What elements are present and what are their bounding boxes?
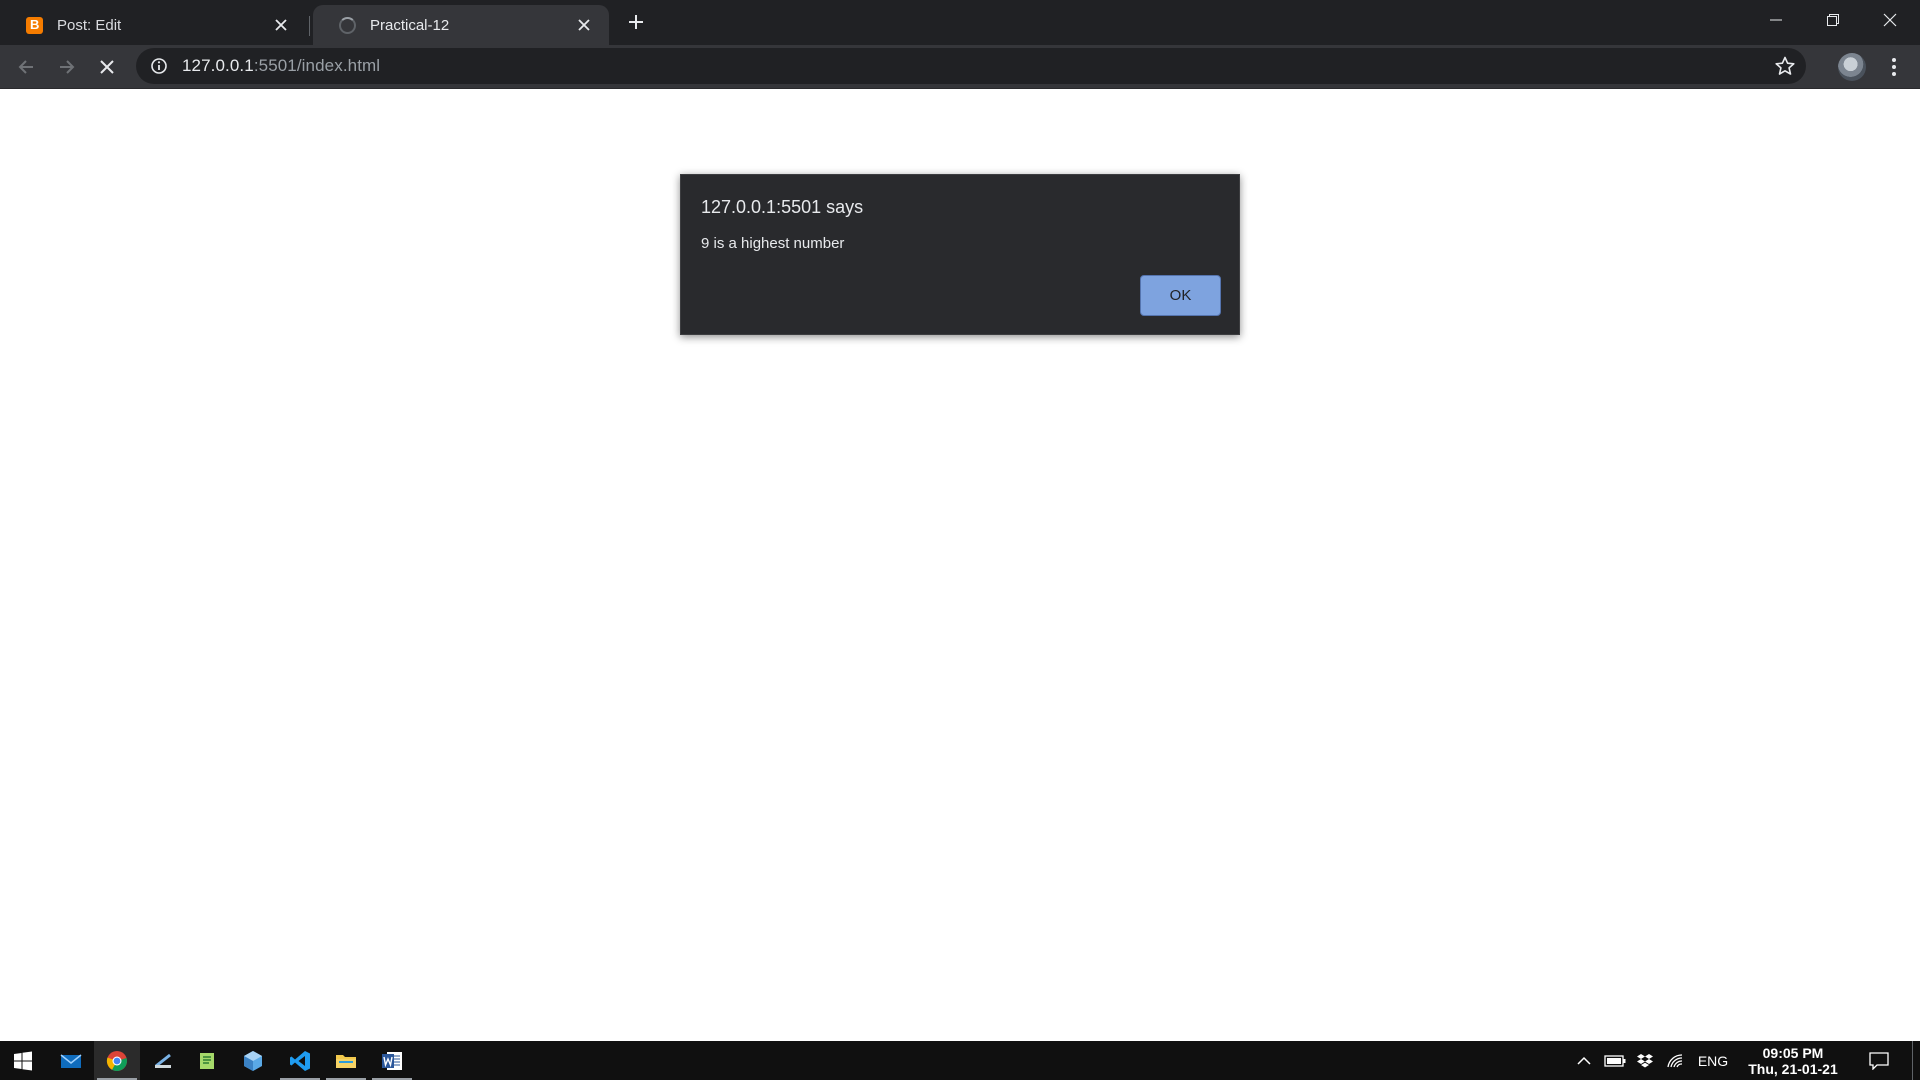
notepad-icon — [200, 1052, 214, 1069]
tab-strip: Post: Edit Practical-12 — [0, 0, 1920, 45]
notification-icon — [1869, 1051, 1889, 1070]
profile-avatar[interactable] — [1838, 53, 1866, 81]
taskbar-mail[interactable] — [48, 1041, 94, 1080]
taskbar-word[interactable] — [369, 1041, 415, 1080]
cmd-icon — [155, 1053, 171, 1068]
file-explorer-icon — [336, 1054, 356, 1068]
stop-loading-button[interactable] — [91, 51, 123, 83]
tab-title: Practical-12 — [370, 16, 450, 34]
dropbox-tray-button[interactable] — [1632, 1041, 1658, 1080]
vscode-icon — [290, 1050, 310, 1071]
dropbox-icon — [1637, 1053, 1653, 1067]
address-bar[interactable]: 127.0.0.1:5501/index.html — [136, 48, 1806, 84]
taskbar-vscode[interactable] — [277, 1041, 323, 1080]
close-icon — [1883, 13, 1897, 27]
show-desktop-button[interactable] — [1912, 1041, 1920, 1080]
url-text: 127.0.0.1:5501/index.html — [182, 56, 380, 76]
browser-toolbar: 127.0.0.1:5501/index.html — [0, 45, 1920, 89]
back-button[interactable] — [10, 51, 42, 83]
mail-icon — [60, 1053, 82, 1068]
close-window-button[interactable] — [1862, 0, 1918, 40]
alert-message: 9 is a highest number — [701, 235, 845, 252]
chevron-up-icon — [1577, 1056, 1591, 1065]
close-icon — [100, 60, 114, 74]
info-icon[interactable] — [150, 57, 168, 75]
start-button[interactable] — [0, 1041, 46, 1080]
show-hidden-icons-button[interactable] — [1572, 1041, 1596, 1080]
clock-time: 09:05 PM — [1762, 1045, 1824, 1061]
arrow-right-icon — [60, 60, 75, 74]
windows-start-icon — [14, 1051, 32, 1070]
3d-viewer-icon — [244, 1050, 262, 1071]
loading-icon — [339, 16, 356, 34]
taskbar-3d-viewer[interactable] — [230, 1041, 276, 1080]
page-content: 127.0.0.1:5501 says 9 is a highest numbe… — [0, 89, 1920, 1041]
browser-menu-button[interactable] — [1880, 51, 1908, 83]
menu-dot — [1892, 58, 1896, 62]
taskbar-chrome[interactable] — [94, 1041, 140, 1080]
minimize-icon — [1770, 19, 1782, 21]
taskbar: ENG 09:05 PM Thu, 21-01-21 — [0, 1041, 1920, 1080]
tab-practical-12[interactable]: Practical-12 — [313, 5, 609, 45]
alert-dialog: 127.0.0.1:5501 says 9 is a highest numbe… — [680, 174, 1240, 335]
word-icon — [382, 1051, 402, 1070]
menu-dot — [1892, 65, 1896, 69]
taskbar-cmd[interactable] — [140, 1041, 186, 1080]
battery-icon — [1604, 1054, 1626, 1067]
chrome-icon — [106, 1050, 127, 1071]
taskbar-file-explorer[interactable] — [323, 1041, 369, 1080]
action-center-button[interactable] — [1862, 1041, 1896, 1080]
restore-button[interactable] — [1805, 0, 1861, 40]
arrow-left-icon — [18, 60, 33, 74]
battery-tray-button[interactable] — [1601, 1041, 1629, 1080]
bookmark-star-icon[interactable] — [1774, 55, 1796, 77]
tab-title: Post: Edit — [57, 16, 122, 34]
tab-divider — [309, 16, 310, 36]
tab-post-edit[interactable]: Post: Edit — [0, 5, 306, 45]
clock[interactable]: 09:05 PM Thu, 21-01-21 — [1738, 1045, 1848, 1077]
wifi-tray-button[interactable] — [1662, 1041, 1690, 1080]
alert-heading: 127.0.0.1:5501 says — [701, 197, 864, 217]
ok-button[interactable]: OK — [1140, 275, 1221, 316]
plus-icon — [629, 15, 643, 29]
url-host: 127.0.0.1 — [182, 56, 254, 75]
taskbar-notepad[interactable] — [184, 1041, 230, 1080]
restore-icon — [1827, 14, 1839, 26]
clock-date: Thu, 21-01-21 — [1748, 1061, 1838, 1077]
new-tab-button[interactable] — [621, 7, 651, 37]
url-path: :5501/index.html — [253, 56, 381, 75]
forward-button[interactable] — [51, 51, 83, 83]
language-indicator[interactable]: ENG — [1694, 1041, 1732, 1080]
wifi-icon — [1667, 1053, 1683, 1067]
minimize-button[interactable] — [1748, 0, 1804, 40]
tab-close-icon[interactable] — [573, 14, 595, 36]
menu-dot — [1892, 72, 1896, 76]
tab-close-icon[interactable] — [270, 14, 292, 36]
blogger-icon — [26, 16, 43, 34]
